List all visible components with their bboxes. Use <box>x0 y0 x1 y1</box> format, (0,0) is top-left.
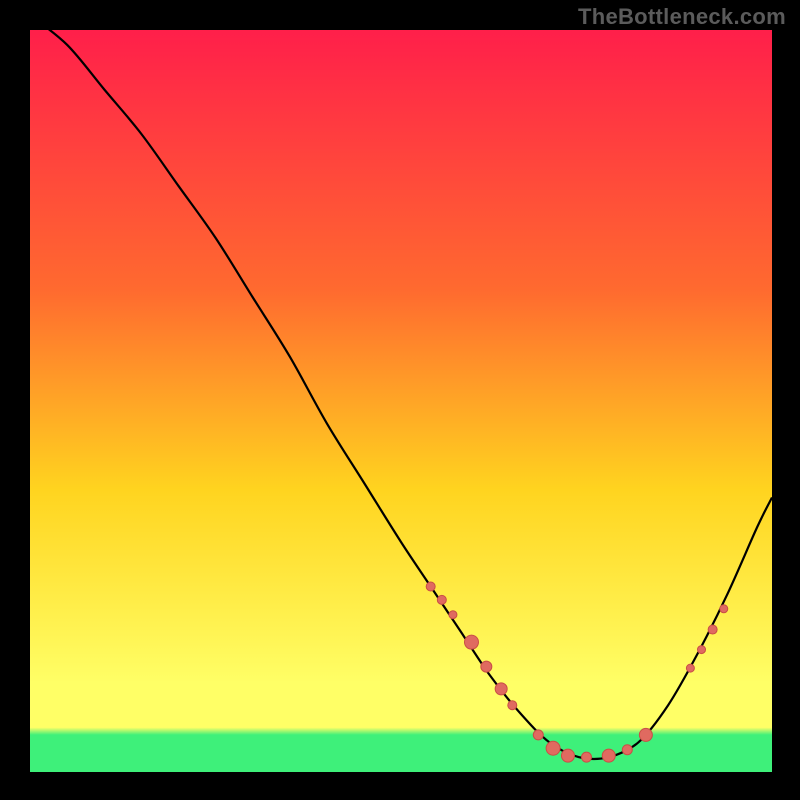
curve-marker <box>698 646 706 654</box>
curve-marker <box>686 664 694 672</box>
curve-marker <box>449 611 457 619</box>
curve-marker <box>708 625 717 634</box>
curve-marker <box>639 728 652 741</box>
curve-marker <box>720 605 728 613</box>
plot-area <box>30 30 772 772</box>
chart-frame: TheBottleneck.com <box>0 0 800 800</box>
marker-group <box>426 582 728 762</box>
curve-marker <box>602 749 615 762</box>
curve-marker <box>464 635 478 649</box>
curve-marker <box>426 582 435 591</box>
bottleneck-curve <box>30 30 772 759</box>
curve-marker <box>622 745 632 755</box>
curve-marker <box>437 595 446 604</box>
curve-marker <box>533 730 543 740</box>
curve-layer <box>30 30 772 772</box>
curve-marker <box>561 749 574 762</box>
curve-marker <box>508 701 517 710</box>
watermark-text: TheBottleneck.com <box>578 4 786 30</box>
curve-marker <box>481 661 492 672</box>
curve-marker <box>546 741 560 755</box>
curve-marker <box>582 752 592 762</box>
curve-marker <box>495 683 507 695</box>
